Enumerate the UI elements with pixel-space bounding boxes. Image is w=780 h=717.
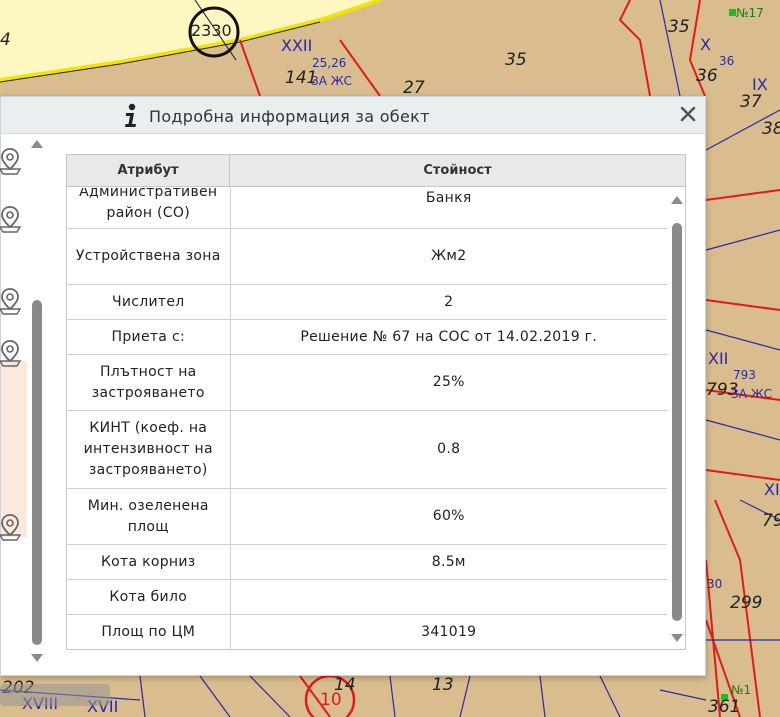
table-row: Площ по ЦМ 341019 bbox=[67, 614, 667, 649]
attribute-cell: Кота корниз bbox=[67, 544, 231, 580]
close-icon[interactable] bbox=[677, 103, 699, 125]
value-cell: 341019 bbox=[230, 614, 667, 649]
value-cell: 2 bbox=[230, 284, 667, 320]
table-header: Атрибут Стойност bbox=[67, 155, 685, 187]
value-cell: 8.5м bbox=[230, 544, 667, 580]
results-list[interactable] bbox=[0, 135, 49, 675]
map-label: 10 bbox=[320, 690, 342, 710]
map-pin-icon[interactable] bbox=[0, 147, 22, 175]
results-scrollbar-thumb[interactable] bbox=[32, 300, 42, 645]
table-row: Кота било bbox=[67, 579, 667, 615]
map-label: ЗА ЖС bbox=[731, 387, 773, 401]
map-label: 38 bbox=[762, 119, 780, 139]
map-label: 361 bbox=[708, 697, 741, 717]
map-label: 35 bbox=[505, 50, 527, 70]
attribute-cell: Кота било bbox=[67, 579, 231, 615]
table-row: Мин. озеленена площ 60% bbox=[67, 488, 667, 545]
table-row: Числител 2 bbox=[67, 284, 667, 320]
table-row: Кота корниз 8.5м bbox=[67, 544, 667, 580]
map-label: XXII bbox=[281, 36, 313, 55]
value-cell bbox=[230, 579, 667, 615]
value-cell: Решение № 67 на СОС от 14.02.2019 г. bbox=[230, 319, 667, 355]
map-label: IX bbox=[752, 75, 768, 94]
value-cell: 25% bbox=[230, 354, 667, 411]
scroll-down-arrow-icon[interactable] bbox=[30, 653, 44, 663]
table-row: Приета с: Решение № 67 на СОС от 14.02.2… bbox=[67, 319, 667, 355]
attribute-cell: Плътност на застрояването bbox=[67, 354, 231, 411]
map-label: 37 bbox=[740, 92, 762, 112]
selected-result[interactable] bbox=[1, 361, 27, 537]
scroll-up-arrow-icon[interactable] bbox=[30, 139, 44, 149]
map-label: 2330 bbox=[191, 21, 232, 40]
map-label: 36 bbox=[719, 54, 735, 68]
map-label: 4 bbox=[0, 30, 11, 50]
attribute-cell: Числител bbox=[67, 284, 231, 320]
attribute-cell: Площ по ЦМ bbox=[67, 614, 231, 649]
attribute-cell: КИНТ (коеф. на интензивност на застроява… bbox=[67, 410, 231, 489]
column-header-attribute[interactable]: Атрибут bbox=[67, 155, 230, 187]
scroll-up-arrow-icon[interactable] bbox=[670, 195, 684, 205]
attribute-cell: Административен район (СО) bbox=[67, 188, 231, 229]
map-label: 27 bbox=[403, 78, 425, 98]
info-icon bbox=[125, 103, 136, 127]
map-label: XII bbox=[708, 349, 729, 368]
dialog-header[interactable]: Подробна информация за обект bbox=[1, 97, 705, 134]
map-label: 30 bbox=[707, 577, 723, 591]
value-cell: 0.8 bbox=[230, 410, 667, 489]
table-row: Плътност на застрояването 25% bbox=[67, 354, 667, 411]
map-pin-icon[interactable] bbox=[0, 513, 22, 541]
map-label: №17 bbox=[736, 6, 764, 20]
map-pin-icon[interactable] bbox=[0, 339, 22, 367]
value-cell: Банкя bbox=[230, 188, 667, 229]
map-label: 141 bbox=[285, 68, 318, 88]
map-pin-icon[interactable] bbox=[0, 205, 22, 233]
attribute-cell: Приета с: bbox=[67, 319, 231, 355]
column-header-value[interactable]: Стойност bbox=[230, 155, 685, 187]
attribute-cell: Мин. озеленена площ bbox=[67, 488, 231, 545]
value-cell: 60% bbox=[230, 488, 667, 545]
map-label: 299 bbox=[730, 593, 763, 613]
attributes-table: Атрибут Стойност Административен район (… bbox=[66, 154, 686, 650]
map-label: X bbox=[700, 35, 711, 54]
map-pin-icon[interactable] bbox=[0, 287, 22, 315]
table-row: Административен район (СО) Банкя bbox=[67, 188, 667, 229]
map-label: 35 bbox=[668, 17, 690, 37]
table-row: Устройствена зона Жм2 bbox=[67, 228, 667, 285]
table-row: КИНТ (коеф. на интензивност на застроява… bbox=[67, 410, 667, 489]
table-body[interactable]: Административен район (СО) Банкя Устройс… bbox=[67, 188, 667, 649]
value-cell: Жм2 bbox=[230, 228, 667, 285]
map-label: XI bbox=[764, 480, 780, 499]
object-info-dialog: Подробна информация за обект Атрибут Сто… bbox=[0, 96, 706, 676]
map-label: 36 bbox=[696, 66, 718, 86]
scroll-down-arrow-icon[interactable] bbox=[670, 633, 684, 643]
map-label: №1 bbox=[731, 683, 752, 697]
attribute-cell: Устройствена зона bbox=[67, 228, 231, 285]
dialog-title: Подробна информация за обект bbox=[149, 107, 430, 126]
map-scrollbar[interactable] bbox=[0, 684, 110, 706]
table-scrollbar-thumb[interactable] bbox=[672, 223, 682, 621]
map-label: 79 bbox=[762, 511, 780, 531]
map-label: 13 bbox=[432, 675, 454, 695]
